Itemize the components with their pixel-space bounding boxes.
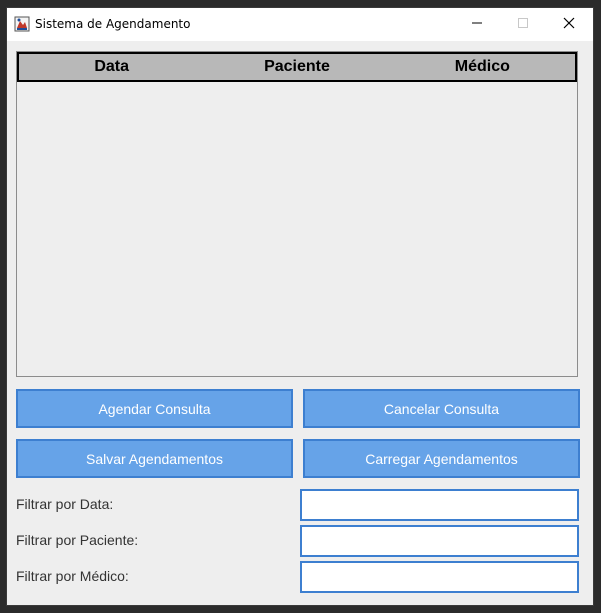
schedule-appointment-button[interactable]: Agendar Consulta (16, 389, 293, 428)
cancel-appointment-button[interactable]: Cancelar Consulta (303, 389, 580, 428)
table-body[interactable] (17, 82, 577, 376)
filter-date-input[interactable] (300, 489, 579, 521)
maximize-button[interactable] (500, 8, 546, 41)
table-header: Data Paciente Médico (17, 52, 577, 82)
minimize-button[interactable] (454, 8, 500, 41)
window-title: Sistema de Agendamento (35, 17, 191, 31)
appointments-table[interactable]: Data Paciente Médico (16, 51, 578, 377)
minimize-icon (471, 16, 483, 34)
filter-doctor-label: Filtrar por Médico: (16, 568, 129, 584)
column-header-data[interactable]: Data (19, 54, 204, 80)
filter-patient-label: Filtrar por Paciente: (16, 532, 139, 548)
filter-patient-input[interactable] (300, 525, 579, 557)
save-appointments-button[interactable]: Salvar Agendamentos (16, 439, 293, 478)
column-header-medico[interactable]: Médico (390, 54, 575, 80)
maximize-icon (517, 16, 529, 34)
java-app-icon (14, 16, 30, 32)
main-window: Sistema de Agendamento Data Paciente Méd… (7, 8, 593, 605)
load-appointments-button[interactable]: Carregar Agendamentos (303, 439, 580, 478)
close-button[interactable] (546, 8, 592, 41)
filter-date-label: Filtrar por Data: (16, 496, 114, 512)
title-bar[interactable]: Sistema de Agendamento (7, 8, 593, 41)
close-icon (563, 16, 575, 34)
column-header-paciente[interactable]: Paciente (204, 54, 389, 80)
filter-doctor-input[interactable] (300, 561, 579, 593)
